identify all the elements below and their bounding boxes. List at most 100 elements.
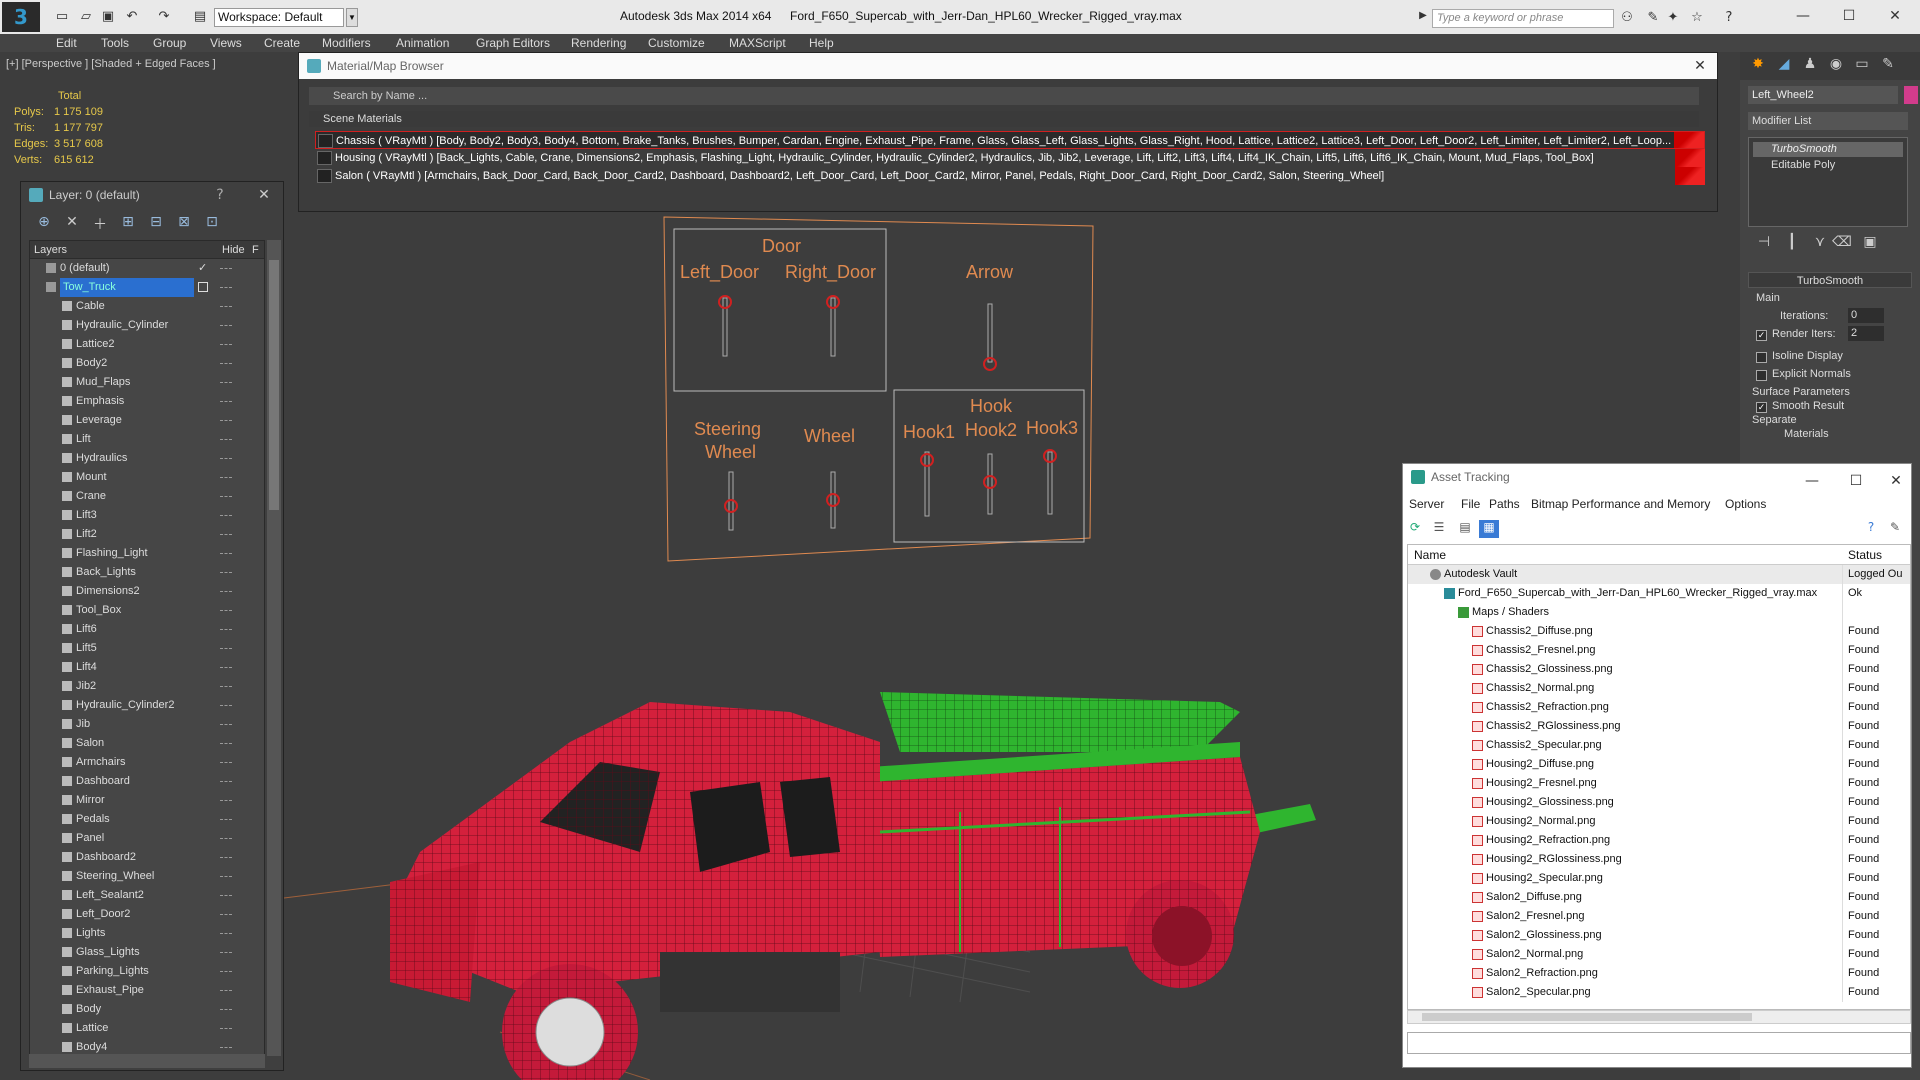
layer-help-button[interactable]: ? [207, 182, 233, 208]
help-icon[interactable]: ? [1720, 10, 1738, 26]
iterations-spinner[interactable]: 0 [1848, 308, 1884, 323]
material-search-input[interactable]: Search by Name ... [309, 87, 1699, 105]
layer-object-row[interactable]: Parking_Lights [30, 962, 264, 981]
hide-toggle[interactable] [220, 401, 232, 402]
hide-toggle[interactable] [220, 971, 232, 972]
stack-item-editable-poly[interactable]: Editable Poly [1753, 158, 1903, 173]
asset-map-row[interactable]: Housing2_Refraction.png Found [1408, 831, 1910, 850]
layer-object-row[interactable]: Salon [30, 734, 264, 753]
layer-object-row[interactable]: Leverage [30, 411, 264, 430]
render-iters-checkbox[interactable]: ✓ [1756, 330, 1767, 341]
hide-toggle[interactable] [220, 344, 232, 345]
keyword-search-input[interactable]: Type a keyword or phrase [1432, 9, 1614, 28]
asset-menu-paths[interactable]: Paths [1489, 497, 1520, 511]
modify-tab-icon[interactable]: ◢ [1772, 56, 1796, 76]
menu-rendering[interactable]: Rendering [571, 36, 626, 50]
asset-row-vault[interactable]: Autodesk Vault Logged Ou [1408, 565, 1910, 584]
layer-object-row[interactable]: Left_Door2 [30, 905, 264, 924]
favorites-star-icon[interactable]: ☆ [1688, 10, 1706, 26]
menu-group[interactable]: Group [153, 36, 186, 50]
layer-object-row[interactable]: Lift6 [30, 620, 264, 639]
asset-map-row[interactable]: Chassis2_RGlossiness.png Found [1408, 717, 1910, 736]
select-objects-icon[interactable]: ⊞ [117, 214, 139, 234]
hide-toggle[interactable] [220, 515, 232, 516]
layer-object-row[interactable]: Lattice [30, 1019, 264, 1038]
render-iters-spinner[interactable]: 2 [1848, 326, 1884, 341]
layer-object-row[interactable]: Jib2 [30, 677, 264, 696]
layer-object-row[interactable]: Back_Lights [30, 563, 264, 582]
hide-toggle[interactable] [220, 553, 232, 554]
hide-toggle[interactable] [220, 895, 232, 896]
asset-menu-options[interactable]: Options [1725, 497, 1766, 511]
workspace-dropdown[interactable]: Workspace: Default [214, 8, 344, 27]
asset-map-row[interactable]: Housing2_Fresnel.png Found [1408, 774, 1910, 793]
isoline-checkbox[interactable] [1756, 352, 1767, 363]
open-file-icon[interactable]: ▱ [78, 9, 94, 25]
turbosmooth-rollout[interactable]: TurboSmooth [1748, 272, 1912, 288]
asset-help-icon[interactable]: ? [1861, 520, 1881, 538]
hide-toggle[interactable] [220, 572, 232, 573]
layer-row-default[interactable]: 0 (default) ✓ [30, 259, 264, 278]
freeze-all-layers-icon[interactable]: ⊡ [201, 214, 223, 234]
make-unique-icon[interactable]: ⋎ [1808, 234, 1832, 254]
hide-toggle[interactable] [220, 933, 232, 934]
pin-stack-icon[interactable]: ⊣ [1752, 234, 1776, 254]
hide-toggle[interactable] [220, 781, 232, 782]
display-tab-icon[interactable]: ▭ [1850, 56, 1874, 76]
asset-map-row[interactable]: Chassis2_Fresnel.png Found [1408, 641, 1910, 660]
hide-column-header[interactable]: Hide [222, 244, 245, 256]
layer-object-row[interactable]: Body [30, 1000, 264, 1019]
layer-horizontal-scrollbar[interactable] [29, 1054, 265, 1068]
asset-map-row[interactable]: Chassis2_Glossiness.png Found [1408, 660, 1910, 679]
layer-object-row[interactable]: Body2 [30, 354, 264, 373]
close-button[interactable]: ✕ [1880, 5, 1910, 27]
show-end-result-icon[interactable]: ┃ [1780, 234, 1804, 254]
layer-object-row[interactable]: Tool_Box [30, 601, 264, 620]
minimize-button[interactable]: — [1788, 5, 1818, 27]
asset-map-row[interactable]: Chassis2_Specular.png Found [1408, 736, 1910, 755]
menu-create[interactable]: Create [264, 36, 300, 50]
motion-tab-icon[interactable]: ◉ [1824, 56, 1848, 76]
layer-object-row[interactable]: Steering_Wheel [30, 867, 264, 886]
menu-help[interactable]: Help [809, 36, 834, 50]
layers-column-header[interactable]: Layers [34, 244, 67, 256]
material-row-chassis[interactable]: Chassis ( VRayMtl ) [Body, Body2, Body3,… [315, 131, 1705, 149]
asset-menu-file[interactable]: File [1461, 497, 1480, 511]
highlight-layer-icon[interactable]: ⊟ [145, 214, 167, 234]
communication-icon[interactable]: ✦ [1664, 10, 1682, 26]
hide-toggle[interactable] [220, 306, 232, 307]
utilities-tab-icon[interactable]: ✎ [1876, 56, 1900, 76]
hide-toggle[interactable] [220, 439, 232, 440]
new-file-icon[interactable]: ▭ [54, 9, 70, 25]
asset-minimize-button[interactable]: — [1799, 468, 1825, 494]
layer-object-row[interactable]: Mount [30, 468, 264, 487]
hide-toggle[interactable] [220, 876, 232, 877]
hide-toggle[interactable] [220, 990, 232, 991]
object-name-field[interactable]: Left_Wheel2 [1748, 86, 1898, 104]
asset-map-row[interactable]: Housing2_Normal.png Found [1408, 812, 1910, 831]
hide-toggle[interactable] [220, 458, 232, 459]
create-tab-icon[interactable]: ✸ [1746, 56, 1770, 76]
layer-explorer-titlebar[interactable]: Layer: 0 (default) [21, 182, 283, 208]
layer-object-row[interactable]: Dimensions2 [30, 582, 264, 601]
layer-row-tow-truck[interactable]: Tow_Truck [30, 278, 264, 297]
save-icon[interactable]: ▣ [100, 9, 116, 25]
layer-object-row[interactable]: Lift [30, 430, 264, 449]
asset-map-row[interactable]: Salon2_Diffuse.png Found [1408, 888, 1910, 907]
hide-toggle[interactable] [220, 287, 232, 288]
layer-object-row[interactable]: Lattice2 [30, 335, 264, 354]
layer-vertical-scrollbar[interactable] [267, 240, 281, 1056]
asset-path-field[interactable] [1407, 1032, 1911, 1054]
subscription-icon[interactable]: ✎ [1644, 10, 1662, 26]
layer-object-row[interactable]: Mirror [30, 791, 264, 810]
layer-object-row[interactable]: Hydraulics [30, 449, 264, 468]
layer-object-row[interactable]: Jib [30, 715, 264, 734]
asset-map-row[interactable]: Salon2_Specular.png Found [1408, 983, 1910, 1002]
layer-object-row[interactable]: Emphasis [30, 392, 264, 411]
asset-map-row[interactable]: Housing2_RGlossiness.png Found [1408, 850, 1910, 869]
material-row-salon[interactable]: Salon ( VRayMtl ) [Armchairs, Back_Door_… [315, 167, 1705, 185]
hide-toggle[interactable] [220, 743, 232, 744]
freeze-column-header[interactable]: F [252, 244, 259, 256]
asset-map-row[interactable]: Housing2_Diffuse.png Found [1408, 755, 1910, 774]
refresh-icon[interactable]: ⟳ [1405, 520, 1425, 538]
